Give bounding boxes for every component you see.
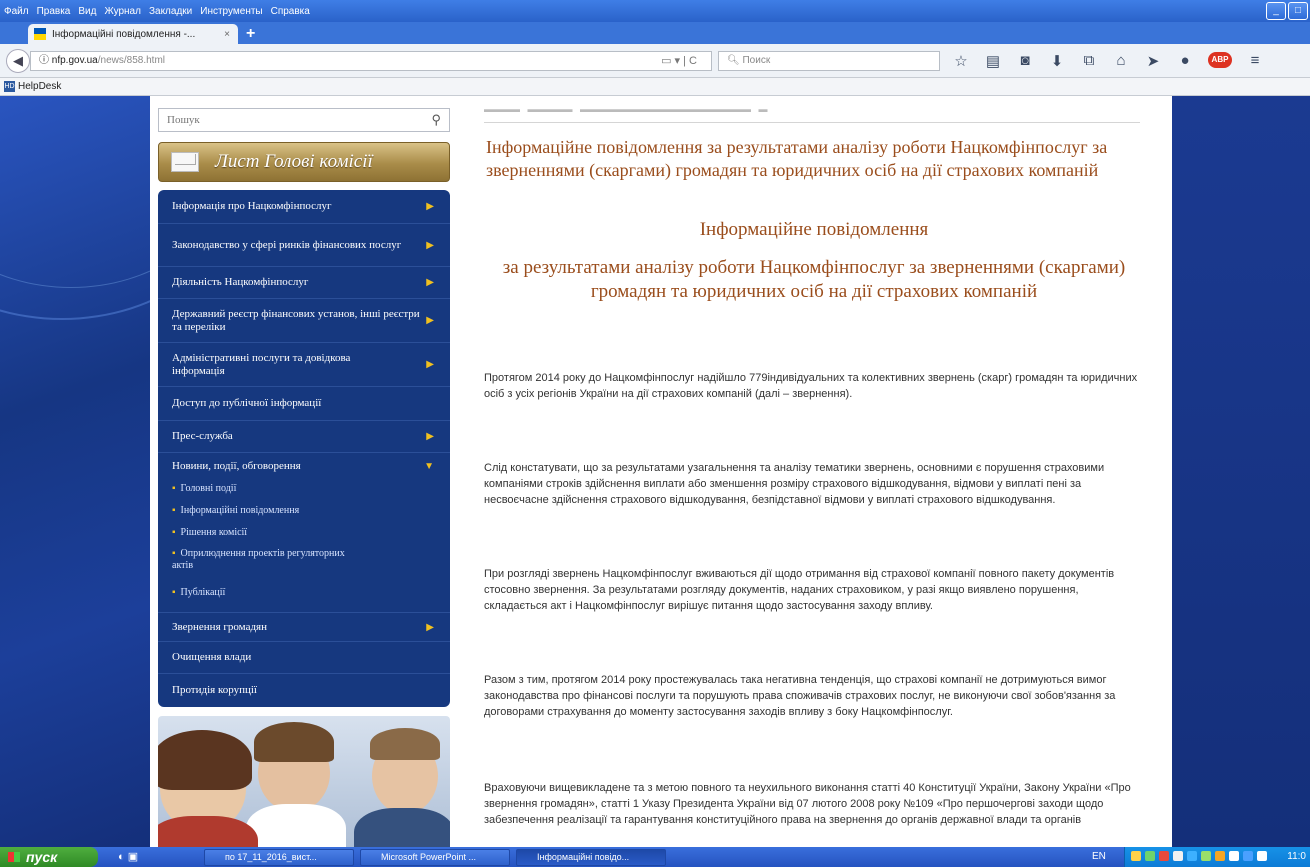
nav-item-legislation[interactable]: Законодавство у сфері ринків фінансових … <box>158 224 450 267</box>
site-search: ⚲ <box>158 108 450 132</box>
article-heading: Інформаційне повідомлення <box>699 219 929 240</box>
menu-bookmarks[interactable]: Закладки <box>149 6 192 17</box>
site-search-input[interactable] <box>159 109 409 131</box>
nav-item-lustration[interactable]: Очищення влади <box>158 642 450 674</box>
tab-strip: Інформаційні повідомлення -... × + <box>0 22 1310 44</box>
browser-search-field[interactable]: 🔍︎ Поиск <box>718 51 940 71</box>
menu-help[interactable]: Справка <box>271 6 310 17</box>
article-subheading: за результатами аналізу роботи Нацкомфін… <box>502 257 1126 302</box>
taskbar-item-browser[interactable]: Інформаційні повідо... <box>516 849 666 866</box>
bookmarks-bar: HD HelpDesk <box>0 78 1310 96</box>
page-background-right <box>1172 96 1310 847</box>
nav-item-activity[interactable]: Діяльність Нацкомфінпослуг ▶ <box>158 267 450 299</box>
paragraph-2: Слід констатувати, що за результатами уз… <box>484 462 1105 506</box>
tab-title: Інформаційні повідомлення -... <box>52 28 196 40</box>
browser-tab[interactable]: Інформаційні повідомлення -... × <box>28 24 238 44</box>
language-indicator[interactable]: EN <box>1092 851 1106 862</box>
menu-edit[interactable]: Правка <box>37 6 71 17</box>
menu-history[interactable]: Журнал <box>104 6 141 17</box>
search-icon: 🔍︎ <box>727 55 743 66</box>
lock-icon: ⓘ <box>39 55 52 66</box>
envelope-icon <box>171 152 199 172</box>
arrow-right-icon: ▶ <box>426 359 434 370</box>
arrow-right-icon: ▶ <box>426 201 434 212</box>
start-button[interactable]: пуск <box>0 847 98 867</box>
browser-menubar: Файл Правка Вид Журнал Закладки Инструме… <box>0 0 1310 22</box>
home-icon[interactable]: ⌂ <box>1112 52 1130 70</box>
adblock-icon[interactable]: ABP <box>1208 52 1232 68</box>
tab-close-icon[interactable]: × <box>224 29 230 40</box>
page-title: Інформаційне повідомлення за результатам… <box>486 137 1108 180</box>
subnav-main-events[interactable]: Головні події <box>172 483 237 495</box>
taskbar-item-powerpoint[interactable]: Microsoft PowerPoint ... <box>360 849 510 866</box>
toolbar-icons: ☆ ▤ ◙ ⬇ ⧉ ⌂ ➤ ● ABP ≡ <box>952 52 1264 70</box>
nav-item-citizen-appeals[interactable]: Звернення громадян ▶ <box>158 612 450 642</box>
paragraph-1: Протягом 2014 року до Нацкомфінпослуг на… <box>484 372 1138 400</box>
arrow-right-icon: ▶ <box>426 621 434 633</box>
arrow-right-icon: ▶ <box>426 315 434 326</box>
subnav-info-messages[interactable]: Інформаційні повідомлення <box>172 505 300 517</box>
system-tray: 11:0 <box>1124 847 1310 867</box>
url-tools-icon[interactable]: ▭ ▾ | C <box>661 52 697 70</box>
arrow-right-icon: ▶ <box>426 431 434 442</box>
letter-button-label: Лист Голові комісії <box>215 151 373 172</box>
quick-launch-icons[interactable]: ◐ ▣ <box>118 850 138 863</box>
arrow-down-icon: ▼ <box>424 460 434 472</box>
nav-item-news[interactable]: Новини, події, обговорення ▼ <box>158 453 450 479</box>
chat-icon[interactable]: ● <box>1176 52 1194 70</box>
nav-item-admin-services[interactable]: Адміністративні послуги та довідкова інф… <box>158 343 450 387</box>
menu-view[interactable]: Вид <box>78 6 96 17</box>
taskbar-item-folder[interactable]: по 17_11_2016_вист... <box>204 849 354 866</box>
nav-item-registry[interactable]: Державний реєстр фінансових установ, інш… <box>158 299 450 343</box>
download-icon[interactable]: ⬇ <box>1048 52 1066 70</box>
arrow-right-icon: ▶ <box>426 277 434 288</box>
clock: 11:0 <box>1287 851 1306 862</box>
url-path: /news/858.html <box>97 55 166 66</box>
menu-tools[interactable]: Инструменты <box>200 6 262 17</box>
sidebar-nav: Інформація про Нацкомфінпослуг ▶ Законода… <box>158 190 450 707</box>
breadcrumb-divider <box>484 122 1140 123</box>
paragraph-3: При розгляді звернень Нацкомфінпослуг вж… <box>484 568 1115 612</box>
window-controls: _ □ <box>1266 2 1308 20</box>
search-icon[interactable]: ⚲ <box>431 112 441 128</box>
subnav-decisions[interactable]: Рішення комісії <box>172 527 248 539</box>
navigation-toolbar: ◀ ⓘ nfp.gov.ua/news/858.html ▭ ▾ | C 🔍︎ … <box>0 44 1310 78</box>
subnav-regulatory-drafts[interactable]: Оприлюднення проектів регуляторних актів <box>172 548 352 572</box>
nav-item-about[interactable]: Інформація про Нацкомфінпослуг ▶ <box>158 190 450 224</box>
minimize-button[interactable]: _ <box>1266 2 1286 20</box>
nav-item-press[interactable]: Прес-служба ▶ <box>158 421 450 453</box>
reading-list-icon[interactable]: ▤ <box>984 52 1002 70</box>
back-button[interactable]: ◀ <box>6 49 30 73</box>
screenshot-icon[interactable]: ⧉ <box>1080 52 1098 70</box>
tray-icons[interactable] <box>1131 851 1267 861</box>
new-tab-button[interactable]: + <box>246 25 255 43</box>
call-center-photo <box>158 716 450 847</box>
paragraph-5: Враховуючи вищевикладене та з метою повн… <box>484 782 1131 826</box>
send-icon[interactable]: ➤ <box>1144 52 1162 70</box>
nav-item-anticorruption[interactable]: Протидія корупції <box>158 674 450 707</box>
subnav-publications[interactable]: Публікації <box>172 587 226 599</box>
breadcrumb: ▬▬▬▬ ▬▬▬▬▬ ▬▬▬▬▬▬▬▬▬▬▬▬▬▬▬▬▬▬▬ ▬ <box>484 104 768 114</box>
menu-file[interactable]: Файл <box>4 6 29 17</box>
page-background-left <box>0 96 150 847</box>
site-favicon-icon <box>34 28 46 40</box>
browser-search-placeholder: Поиск <box>742 55 771 66</box>
url-bar[interactable]: ⓘ nfp.gov.ua/news/858.html ▭ ▾ | C <box>30 51 712 71</box>
maximize-button[interactable]: □ <box>1288 2 1308 20</box>
helpdesk-icon: HD <box>4 80 15 92</box>
letter-to-head-button[interactable]: Лист Голові комісії <box>158 142 450 182</box>
star-icon[interactable]: ☆ <box>952 52 970 70</box>
paragraph-4: Разом з тим, протягом 2014 року простежу… <box>484 674 1116 718</box>
menu-icon[interactable]: ≡ <box>1246 52 1264 70</box>
bookmark-helpdesk[interactable]: HelpDesk <box>18 81 61 92</box>
url-host: nfp.gov.ua <box>51 55 98 66</box>
windows-taskbar: пуск ◐ ▣ по 17_11_2016_вист... Microsoft… <box>0 847 1310 867</box>
nav-item-public-info[interactable]: Доступ до публічної інформації <box>158 387 450 421</box>
arrow-right-icon: ▶ <box>426 239 434 251</box>
pocket-icon[interactable]: ◙ <box>1016 52 1034 70</box>
